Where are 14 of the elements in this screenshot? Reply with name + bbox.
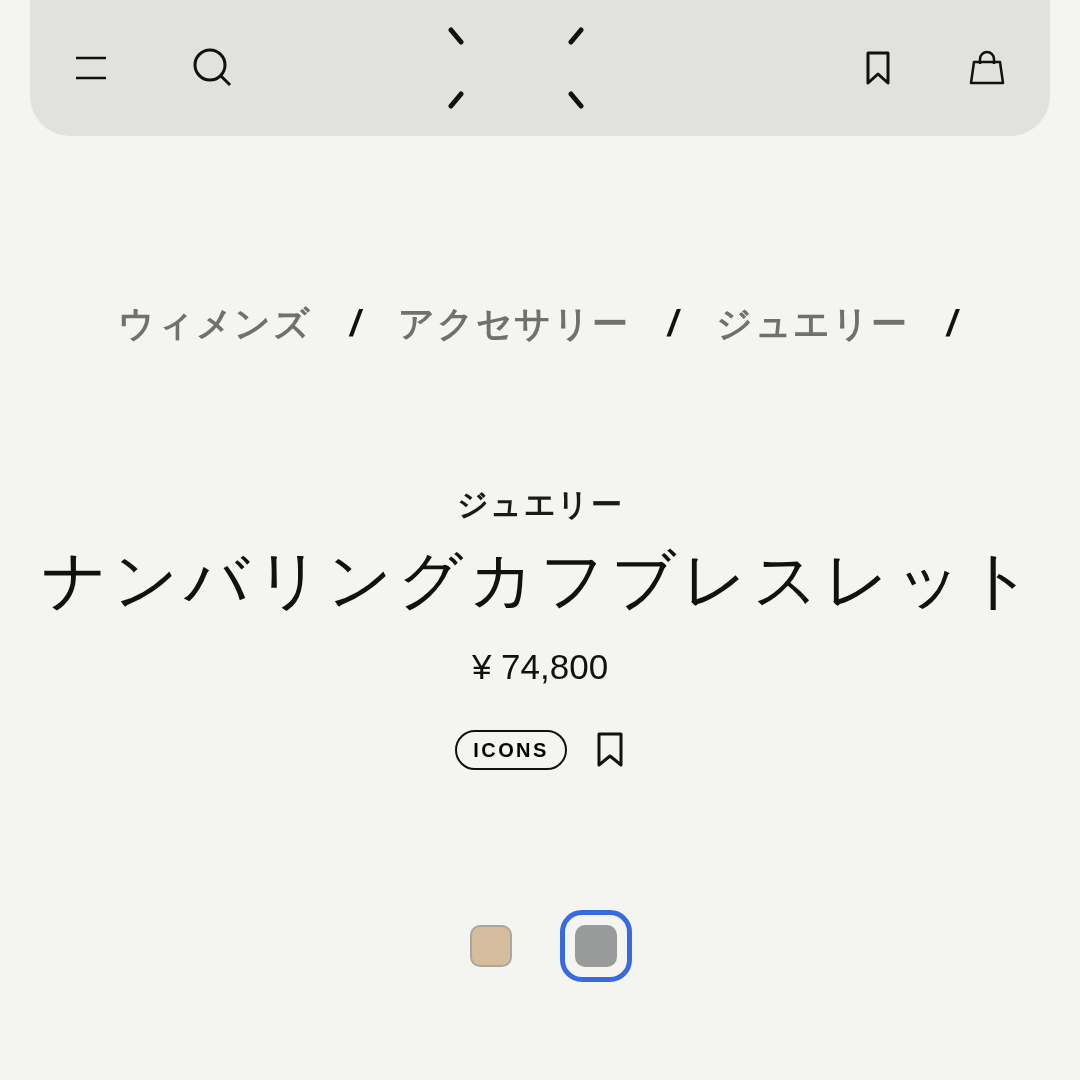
color-swatch[interactable] (560, 909, 632, 982)
price-text: ¥ 74,800 (471, 646, 609, 689)
product-title: ナンバリングカフブレスレット (42, 543, 1038, 618)
breadcrumb-link[interactable]: アクセサリー (398, 297, 630, 351)
logo-icon[interactable] (447, 26, 587, 110)
breadcrumb-link[interactable]: ウィメンズ (118, 297, 312, 351)
menu-icon[interactable] (74, 54, 108, 82)
bookmark-icon[interactable] (864, 50, 892, 86)
collection-badge: ICONS (455, 729, 567, 770)
search-icon[interactable] (192, 47, 234, 89)
category-label: ジュエリー (456, 486, 624, 524)
color-swatch[interactable] (470, 924, 512, 967)
breadcrumb-link[interactable]: ジュエリー (715, 297, 909, 351)
shopping-bag-icon[interactable] (968, 50, 1006, 86)
